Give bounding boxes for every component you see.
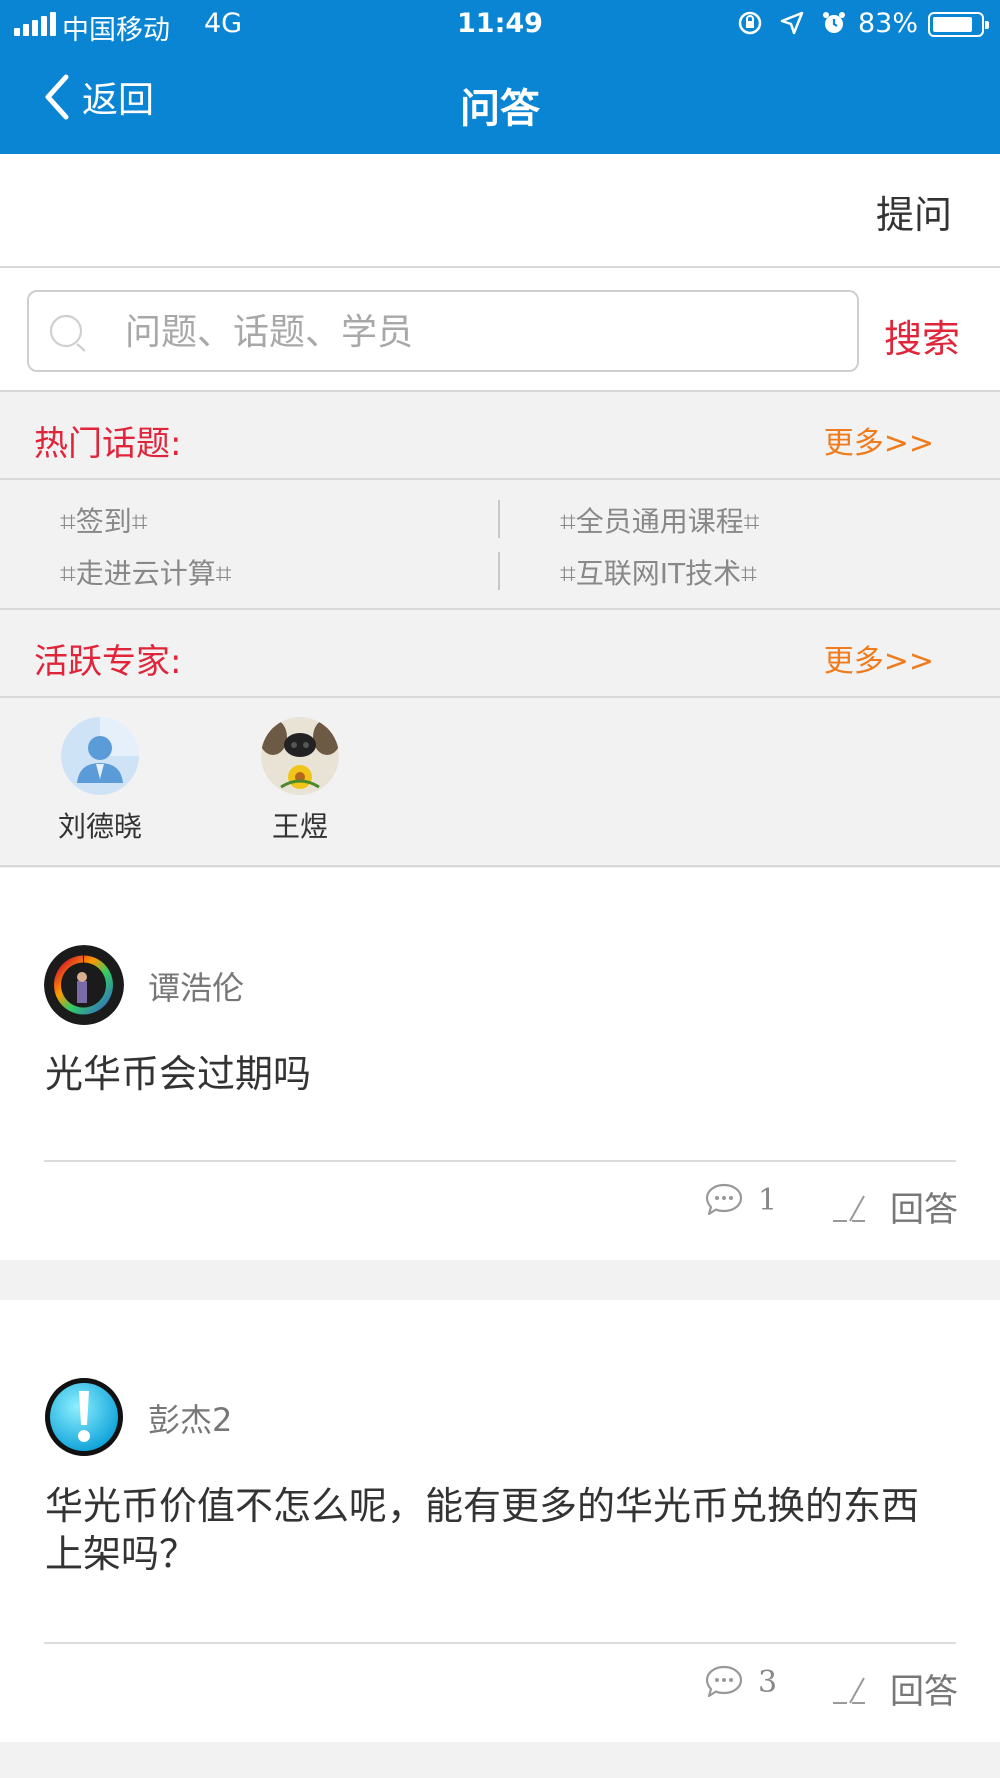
expert-name: 王煜	[271, 810, 328, 843]
answer-label: 回答	[890, 1190, 958, 1230]
comment-bubble-icon	[705, 1183, 743, 1216]
ask-question-button[interactable]: 提问	[876, 184, 952, 239]
search-bar: 搜索	[0, 268, 1000, 392]
hot-topics-title: 热门话题:	[34, 424, 182, 464]
divider	[498, 500, 500, 538]
topic-item[interactable]: ⌗走进云计算⌗	[60, 552, 232, 592]
default-user-avatar-icon	[61, 717, 139, 795]
user-name[interactable]: 谭浩伦	[148, 963, 244, 1009]
divider	[44, 1642, 956, 1644]
question-card: 谭浩伦 光华币会过期吗 1 回答	[0, 868, 1000, 1260]
comment-count: 1	[758, 1182, 778, 1218]
comment-count-button[interactable]: 3	[704, 1664, 777, 1700]
answer-label: 回答	[890, 1672, 958, 1712]
search-box	[27, 290, 859, 372]
divider	[44, 1160, 956, 1162]
answer-button[interactable]: 回答	[830, 1182, 958, 1231]
experts-more-link[interactable]: 更多>>	[824, 636, 934, 680]
topic-item[interactable]: ⌗互联网IT技术⌗	[560, 552, 757, 592]
search-icon	[49, 314, 86, 352]
expert-item[interactable]: 王煜	[240, 717, 360, 845]
user-name[interactable]: 彭杰2	[148, 1395, 232, 1441]
topic-item[interactable]: ⌗全员通用课程⌗	[560, 500, 760, 540]
hot-topics-list: ⌗签到⌗ ⌗全员通用课程⌗ ⌗走进云计算⌗ ⌗互联网IT技术⌗	[0, 482, 1000, 610]
topic-item[interactable]: ⌗签到⌗	[60, 500, 148, 540]
page-title: 问答	[460, 86, 540, 132]
orientation-lock-icon	[738, 11, 762, 35]
ask-row: 提问	[0, 154, 1000, 268]
hot-topics-more-link[interactable]: 更多>>	[824, 418, 934, 462]
question-card: 彭杰2 华光币价值不怎么呢，能有更多的华光币兑换的东西上架吗？ 3 回答	[0, 1300, 1000, 1742]
pencil-icon	[833, 1195, 865, 1222]
expert-item[interactable]: 刘德晓	[40, 717, 160, 845]
status-time: 11:49	[457, 8, 543, 39]
experts-title: 活跃专家:	[34, 642, 182, 682]
comment-count: 3	[758, 1664, 778, 1700]
alarm-icon	[823, 12, 845, 33]
divider	[498, 552, 500, 590]
hot-topics-header: 热门话题: 更多>>	[0, 394, 1000, 480]
search-button[interactable]: 搜索	[884, 308, 960, 363]
pencil-icon	[833, 1677, 865, 1704]
top-bar: 中国移动 4G 11:49 83% 返回 问答	[0, 0, 1000, 154]
expert-name: 刘德晓	[57, 810, 142, 843]
answer-button[interactable]: 回答	[830, 1664, 958, 1713]
exclamation-avatar-icon[interactable]	[44, 1377, 124, 1457]
question-text[interactable]: 光华币会过期吗	[45, 1050, 945, 1098]
comment-count-button[interactable]: 1	[704, 1182, 777, 1218]
status-bar: 中国移动 4G 11:49 83%	[0, 0, 1000, 50]
search-input[interactable]	[123, 302, 827, 362]
location-arrow-icon	[780, 11, 804, 35]
question-text[interactable]: 华光币价值不怎么呢，能有更多的华光币兑换的东西上架吗？	[45, 1482, 945, 1578]
photo-avatar-icon[interactable]	[44, 945, 124, 1025]
dog-photo-avatar-icon	[261, 717, 339, 795]
battery-percentage: 83%	[858, 8, 919, 39]
experts-header: 活跃专家: 更多>>	[0, 612, 1000, 698]
battery-icon	[928, 12, 989, 37]
comment-bubble-icon	[705, 1665, 743, 1698]
experts-list: 刘德晓 王煜	[0, 699, 1000, 867]
